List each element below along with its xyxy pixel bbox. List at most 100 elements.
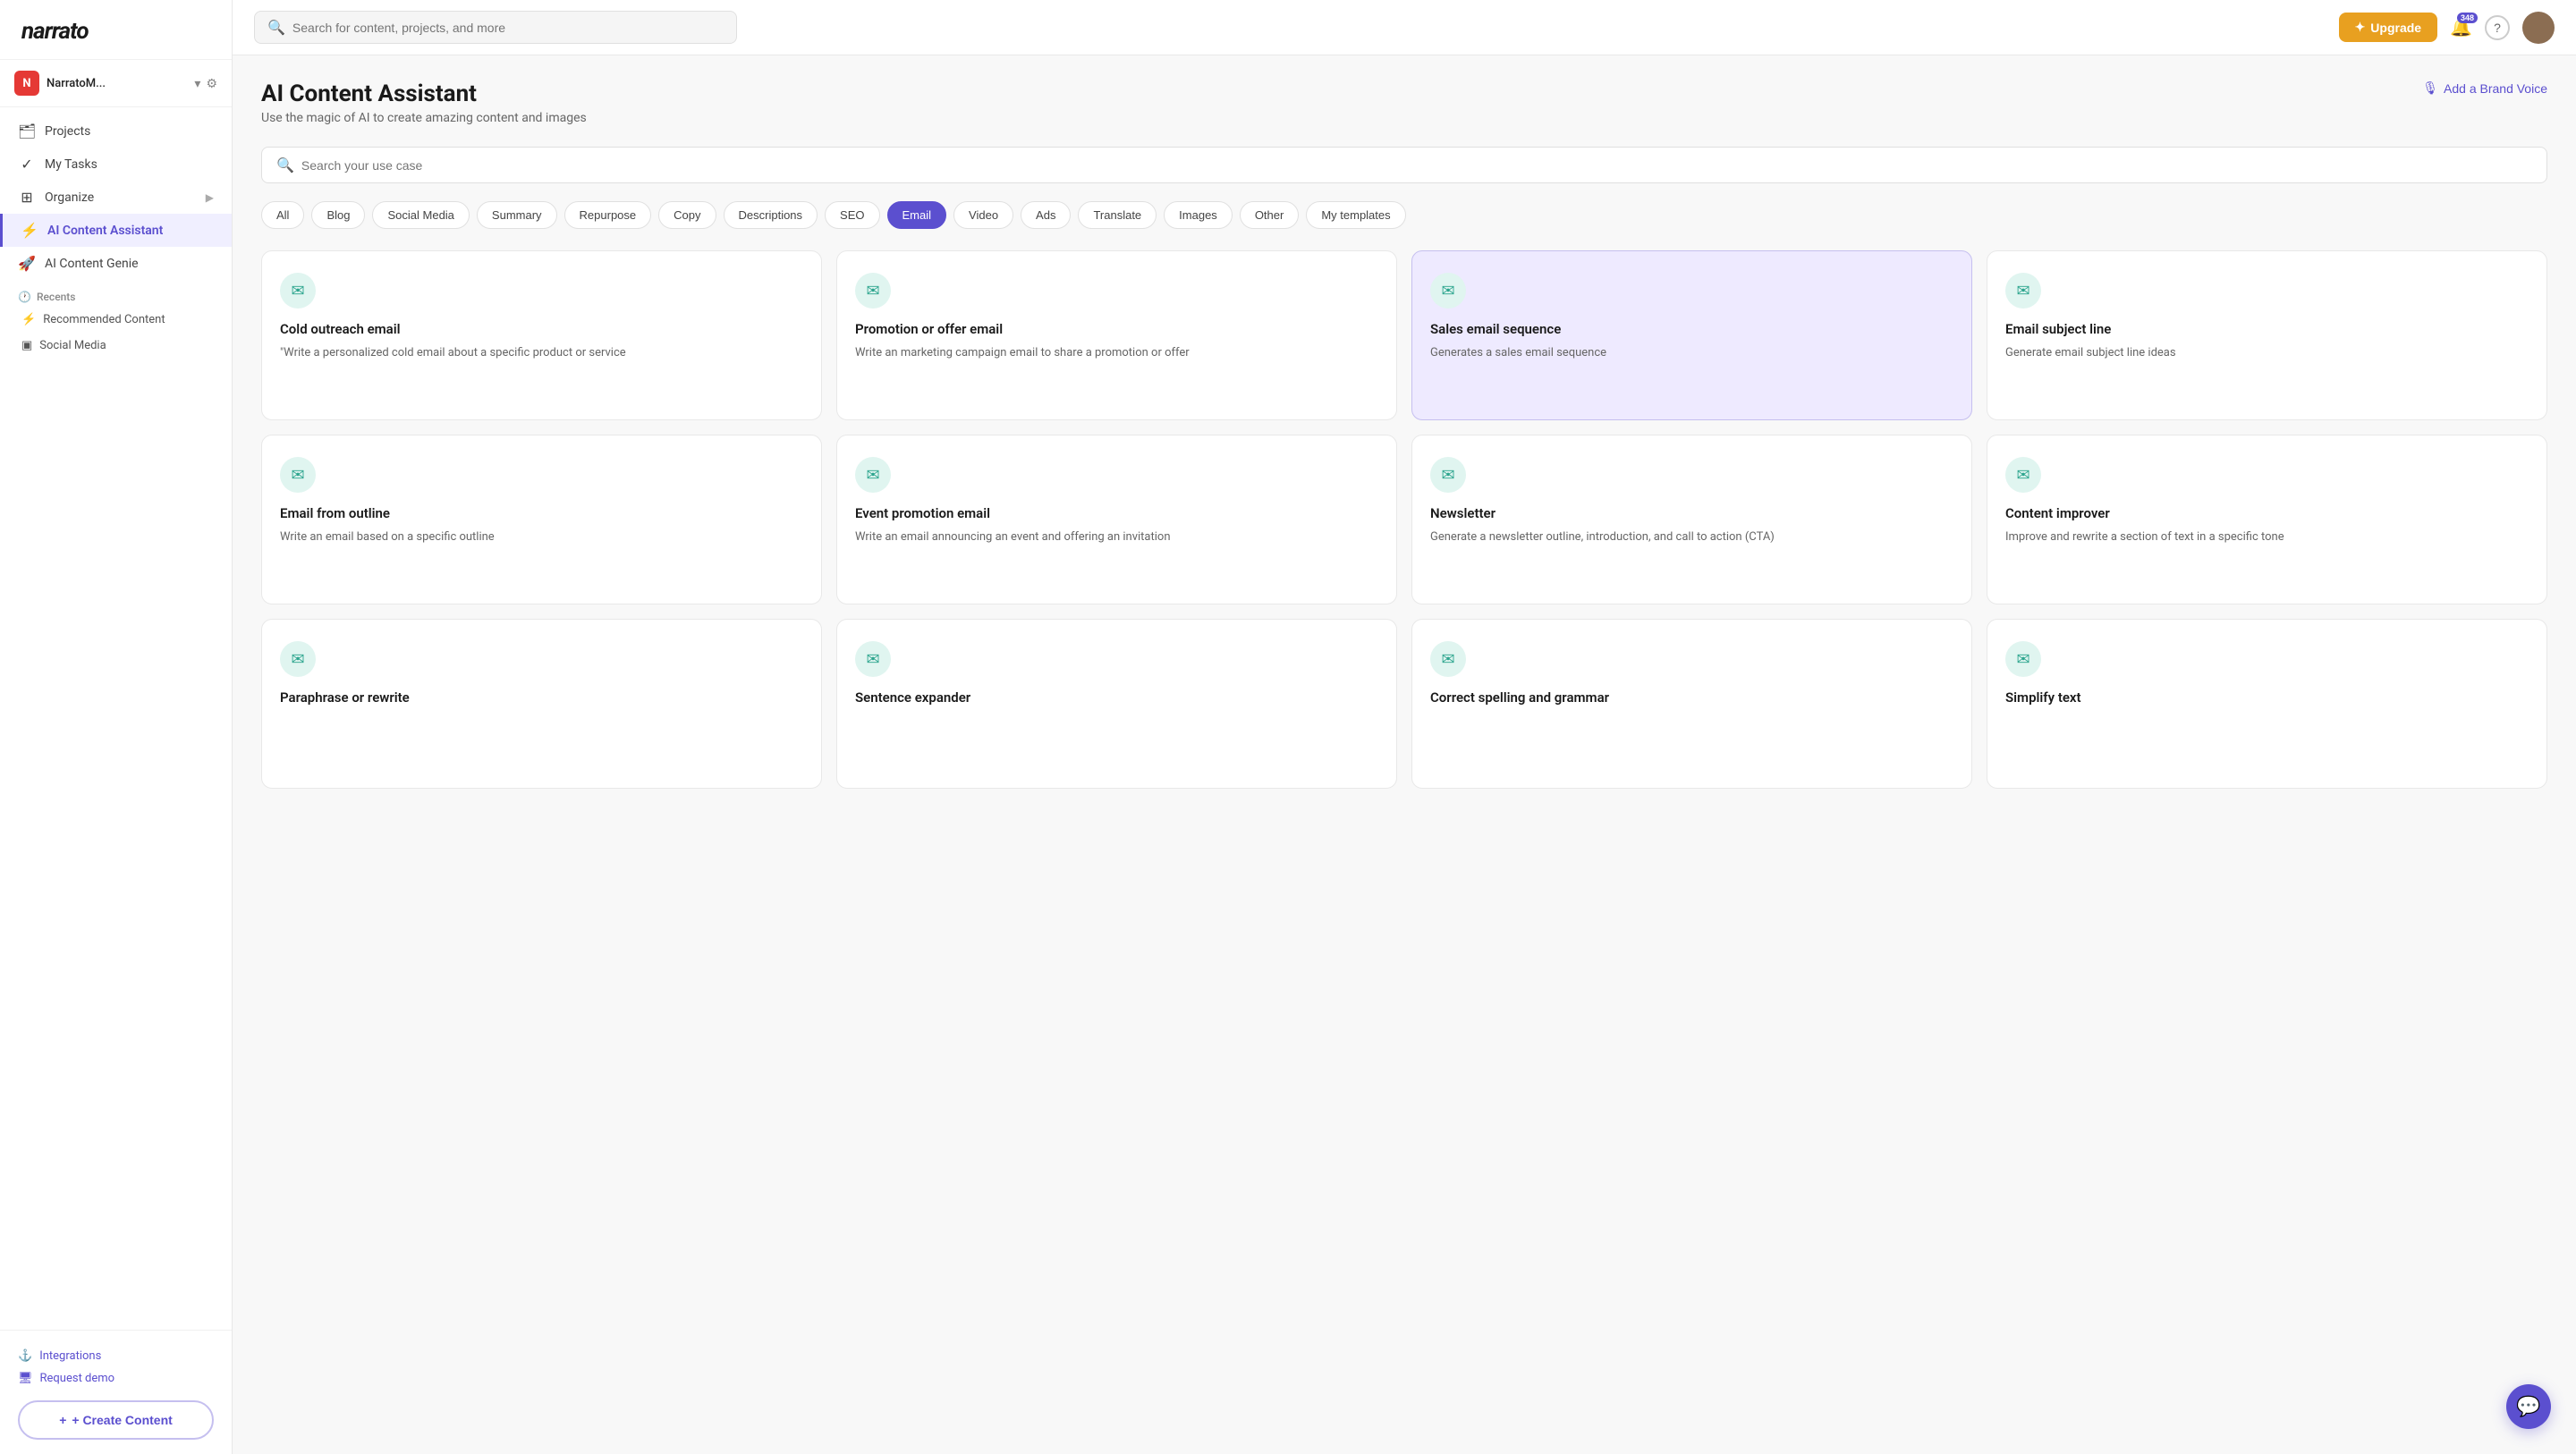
recent-item-recommended[interactable]: ⚡ Recommended Content [18, 307, 214, 333]
filter-email[interactable]: Email [887, 201, 947, 229]
card-icon-simplify: ✉ [2005, 641, 2041, 677]
content-area: AI Content Assistant Use the magic of AI… [233, 55, 2576, 1454]
workspace-chevron[interactable]: ▾ [194, 76, 200, 91]
card-desc: Write an email announcing an event and o… [855, 528, 1378, 546]
filter-social-media[interactable]: Social Media [372, 201, 469, 229]
card-title: Event promotion email [855, 505, 1378, 521]
card-title: Correct spelling and grammar [1430, 689, 1953, 706]
filter-translate[interactable]: Translate [1078, 201, 1157, 229]
use-case-search-input[interactable] [301, 158, 2532, 173]
ai-content-icon: ⚡ [21, 222, 38, 239]
filter-all[interactable]: All [261, 201, 304, 229]
card-desc: Generate email subject line ideas [2005, 344, 2529, 362]
request-demo-link[interactable]: 🖥 Request demo [18, 1367, 214, 1390]
projects-icon: 🗂 [18, 123, 36, 139]
card-sales-email-sequence[interactable]: ✉ Sales email sequence Generates a sales… [1411, 250, 1972, 420]
sparkle-icon: ✦ [2355, 20, 2366, 35]
upgrade-button[interactable]: ✦ Upgrade [2339, 13, 2438, 42]
card-paraphrase-or-rewrite[interactable]: ✉ Paraphrase or rewrite [261, 619, 822, 789]
card-icon-expander: ✉ [855, 641, 891, 677]
card-icon-cold-outreach: ✉ [280, 273, 316, 309]
topbar-search[interactable]: 🔍 [254, 11, 737, 44]
filter-ads[interactable]: Ads [1021, 201, 1071, 229]
main-area: 🔍 ✦ Upgrade 🔔 348 ? AI Content Assistant… [233, 0, 2576, 1454]
chat-fab-button[interactable]: 💬 [2506, 1384, 2551, 1429]
integrations-link[interactable]: ⚓ Integrations [18, 1345, 214, 1367]
sidebar-bottom: ⚓ Integrations 🖥 Request demo + + Create… [0, 1330, 232, 1454]
card-correct-spelling[interactable]: ✉ Correct spelling and grammar [1411, 619, 1972, 789]
card-icon-spelling: ✉ [1430, 641, 1466, 677]
card-desc: Write an marketing campaign email to sha… [855, 344, 1378, 362]
filter-summary[interactable]: Summary [477, 201, 557, 229]
filter-descriptions[interactable]: Descriptions [724, 201, 818, 229]
sidebar-item-label: Organize [45, 190, 94, 205]
add-brand-voice-button[interactable]: 🎙 Add a Brand Voice [2422, 80, 2547, 96]
monitor-icon: 🖥 [18, 1372, 33, 1385]
card-icon-paraphrase: ✉ [280, 641, 316, 677]
card-title: Sentence expander [855, 689, 1378, 706]
help-button[interactable]: ? [2485, 15, 2510, 40]
filter-other[interactable]: Other [1240, 201, 1300, 229]
card-title: Cold outreach email [280, 321, 803, 337]
recent-item-label: Social Media [39, 339, 106, 352]
workspace-avatar: N [14, 71, 39, 96]
sidebar-item-my-tasks[interactable]: ✓ My Tasks [0, 148, 232, 181]
filter-repurpose[interactable]: Repurpose [564, 201, 652, 229]
email-icon: ✉ [1441, 650, 1454, 669]
card-promotion-offer-email[interactable]: ✉ Promotion or offer email Write an mark… [836, 250, 1397, 420]
filter-images[interactable]: Images [1164, 201, 1233, 229]
user-avatar[interactable] [2522, 12, 2555, 44]
filter-blog[interactable]: Blog [311, 201, 365, 229]
card-desc: Improve and rewrite a section of text in… [2005, 528, 2529, 546]
card-icon-subject: ✉ [2005, 273, 2041, 309]
sidebar: narrato N NarratoM... ▾ ⚙ 🗂 Projects ✓ M… [0, 0, 233, 1454]
card-event-promotion-email[interactable]: ✉ Event promotion email Write an email a… [836, 435, 1397, 604]
help-icon: ? [2485, 15, 2510, 40]
sidebar-item-label: My Tasks [45, 157, 97, 172]
recents-items: ⚡ Recommended Content ▣ Social Media [18, 307, 214, 359]
email-icon: ✉ [291, 282, 304, 300]
card-title: Promotion or offer email [855, 321, 1378, 337]
notification-badge: 348 [2457, 13, 2478, 23]
recommended-icon: ⚡ [21, 313, 36, 326]
sidebar-item-organize[interactable]: ⊞ Organize ▶ [0, 181, 232, 214]
use-case-search-bar[interactable]: 🔍 [261, 147, 2547, 183]
sidebar-item-ai-content-assistant[interactable]: ⚡ AI Content Assistant [0, 214, 232, 247]
sidebar-item-label: AI Content Assistant [47, 224, 163, 238]
filter-video[interactable]: Video [953, 201, 1013, 229]
sidebar-item-ai-content-genie[interactable]: 🚀 AI Content Genie [0, 247, 232, 280]
filter-copy[interactable]: Copy [658, 201, 716, 229]
card-desc: Generate a newsletter outline, introduct… [1430, 528, 1953, 546]
plus-icon: + [59, 1413, 66, 1427]
recents-title: 🕐 Recents [18, 291, 214, 303]
create-content-button[interactable]: + + Create Content [18, 1400, 214, 1440]
card-email-from-outline[interactable]: ✉ Email from outline Write an email base… [261, 435, 822, 604]
filter-my-templates[interactable]: My templates [1306, 201, 1405, 229]
workspace-row[interactable]: N NarratoM... ▾ ⚙ [0, 60, 232, 107]
logo-area: narrato [0, 0, 232, 60]
cards-grid: ✉ Cold outreach email "Write a personali… [261, 250, 2547, 789]
email-icon: ✉ [866, 282, 879, 300]
card-email-subject-line[interactable]: ✉ Email subject line Generate email subj… [1987, 250, 2547, 420]
notifications-button[interactable]: 🔔 348 [2450, 16, 2472, 38]
search-input[interactable] [292, 21, 724, 35]
card-content-improver[interactable]: ✉ Content improver Improve and rewrite a… [1987, 435, 2547, 604]
card-title: Sales email sequence [1430, 321, 1953, 337]
card-simplify-text[interactable]: ✉ Simplify text [1987, 619, 2547, 789]
workspace-settings[interactable]: ⚙ [206, 76, 217, 91]
card-newsletter[interactable]: ✉ Newsletter Generate a newsletter outli… [1411, 435, 1972, 604]
organize-icon: ⊞ [18, 189, 36, 206]
card-cold-outreach-email[interactable]: ✉ Cold outreach email "Write a personali… [261, 250, 822, 420]
email-icon: ✉ [1441, 282, 1454, 300]
card-icon-sales: ✉ [1430, 273, 1466, 309]
card-title: Email from outline [280, 505, 803, 521]
search-usecase-icon: 🔍 [276, 156, 294, 173]
card-icon-newsletter: ✉ [1430, 457, 1466, 493]
topbar: 🔍 ✦ Upgrade 🔔 348 ? [233, 0, 2576, 55]
filter-seo[interactable]: SEO [825, 201, 879, 229]
recent-item-label: Recommended Content [43, 313, 165, 326]
recent-item-social-media[interactable]: ▣ Social Media [18, 333, 214, 359]
sidebar-nav: 🗂 Projects ✓ My Tasks ⊞ Organize ▶ ⚡ AI … [0, 107, 232, 1330]
card-sentence-expander[interactable]: ✉ Sentence expander [836, 619, 1397, 789]
sidebar-item-projects[interactable]: 🗂 Projects [0, 114, 232, 148]
